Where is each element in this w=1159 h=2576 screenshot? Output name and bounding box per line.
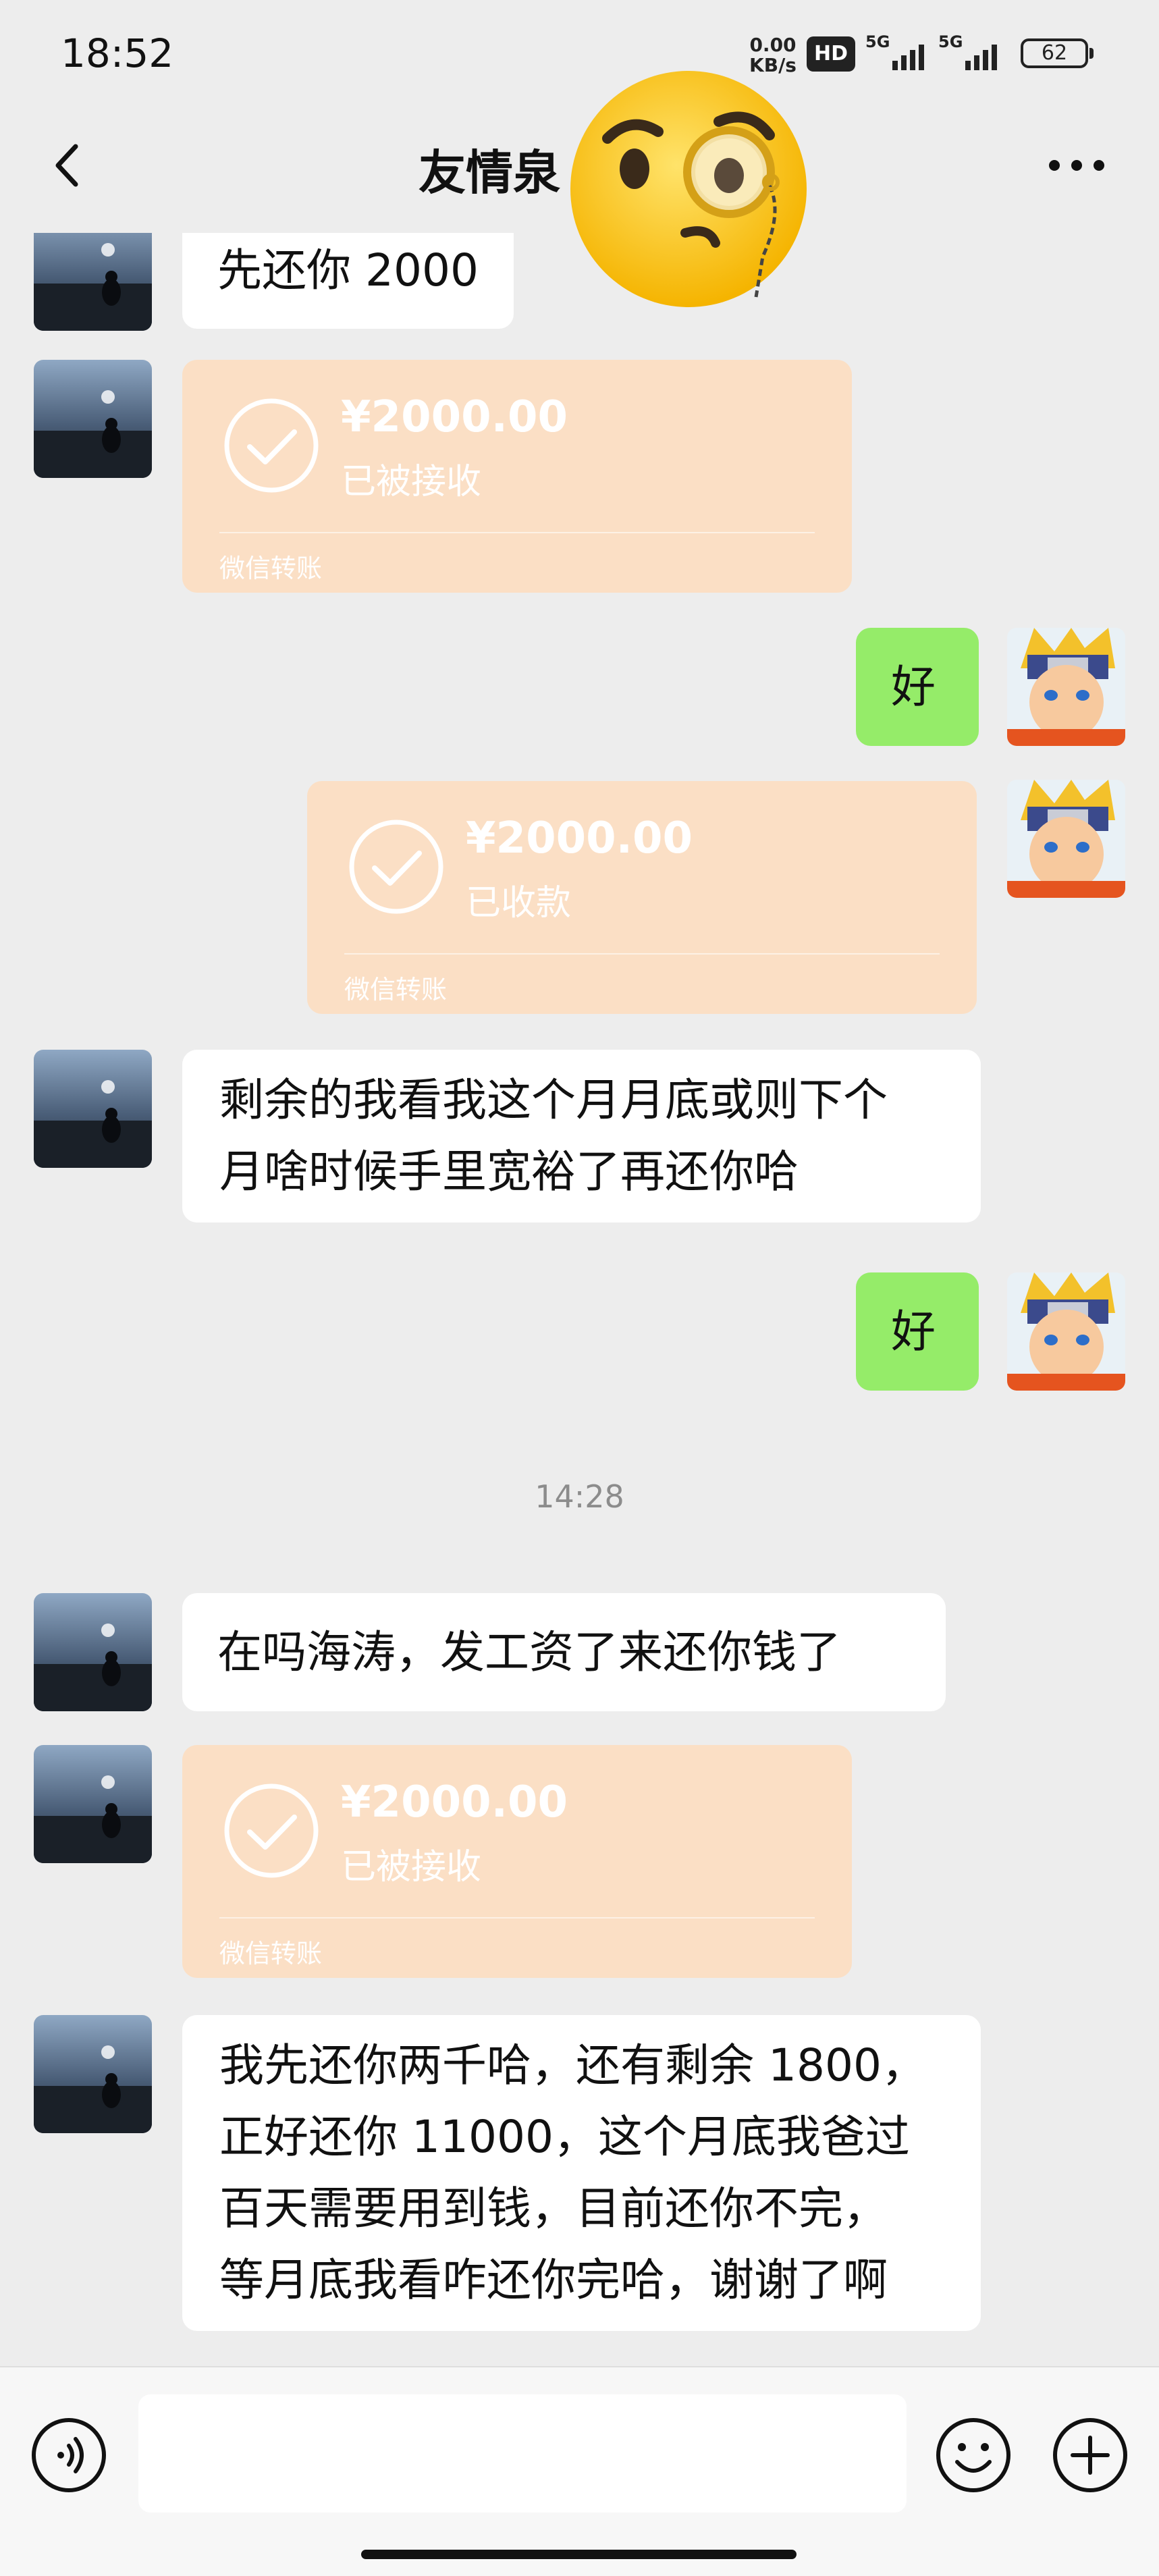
voice-icon <box>32 2418 106 2492</box>
battery-icon: 62 <box>1021 38 1094 68</box>
self-avatar[interactable] <box>1007 780 1125 898</box>
transfer-amount: ¥2000.00 <box>466 813 693 863</box>
divider <box>219 532 815 533</box>
signal-label: 5G <box>865 32 890 51</box>
face-with-monocle-emoji <box>570 71 807 307</box>
contact-avatar[interactable] <box>34 1745 152 1863</box>
message-input[interactable] <box>138 2394 907 2513</box>
input-bar <box>0 2366 1159 2576</box>
transfer-card[interactable]: ¥2000.00 已收款 微信转账 <box>307 781 977 1014</box>
transfer-label: 微信转账 <box>219 1939 323 1968</box>
transfer-amount: ¥2000.00 <box>341 1777 568 1827</box>
chat-title: 友情泉 <box>419 145 560 200</box>
self-avatar[interactable] <box>1007 1272 1125 1391</box>
message-text: 在吗海涛，发工资了来还你钱了 <box>217 1626 841 1678</box>
self-avatar[interactable] <box>1007 628 1125 746</box>
hd-badge: HD <box>807 36 855 72</box>
time-divider: 14:28 <box>535 1478 624 1515</box>
network-speed-value: 0.00 <box>749 34 797 56</box>
message-bubble[interactable]: 好 <box>856 628 979 746</box>
check-circle-icon <box>349 820 443 914</box>
status-time: 18:52 <box>61 30 174 76</box>
contact-avatar[interactable] <box>34 2015 152 2133</box>
transfer-amount: ¥2000.00 <box>341 392 568 442</box>
chevron-left-icon <box>55 144 78 187</box>
signal-icon: 5G <box>865 32 933 73</box>
message-text-line: 我先还你两千哈，还有剩余 1800， <box>219 2039 926 2091</box>
contact-avatar[interactable] <box>34 1593 152 1711</box>
contact-avatar[interactable] <box>34 360 152 478</box>
message-bubble[interactable]: 剩余的我看我这个月月底或则下个 月啥时候手里宽裕了再还你哈 <box>182 1050 981 1223</box>
plus-icon <box>1053 2418 1127 2492</box>
transfer-label: 微信转账 <box>219 554 323 583</box>
message-text-line: 等月底我看咋还你完哈，谢谢了啊 <box>219 2254 888 2306</box>
message-text: 好 <box>891 1306 936 1358</box>
transfer-status: 已被接收 <box>341 462 482 502</box>
check-circle-icon <box>224 1783 319 1878</box>
plus-button[interactable] <box>1050 2415 1131 2496</box>
transfer-status: 已收款 <box>466 883 572 923</box>
voice-button[interactable] <box>28 2415 109 2496</box>
message-bubble[interactable]: 我先还你两千哈，还有剩余 1800， 正好还你 11000，这个月底我爸过 百天… <box>182 2015 981 2331</box>
divider <box>219 1917 815 1918</box>
transfer-card[interactable]: ¥2000.00 已被接收 微信转账 <box>182 1745 852 1978</box>
message-list[interactable]: 先还你 2000 ¥2000.00 已被接收 微信转账 好 ¥2000.00 已… <box>0 233 1159 2366</box>
contact-avatar[interactable] <box>34 1050 152 1168</box>
message-bubble[interactable]: 好 <box>856 1272 979 1391</box>
message-text-line: 月啥时候手里宽裕了再还你哈 <box>219 1146 799 1198</box>
message-bubble[interactable]: 先还你 2000 <box>182 233 514 329</box>
message-text: 先还你 2000 <box>217 244 479 296</box>
home-indicator[interactable] <box>361 2550 797 2559</box>
message-text: 好 <box>891 661 936 713</box>
message-text-line: 百天需要用到钱，目前还你不完， <box>219 2182 888 2234</box>
message-bubble[interactable]: 在吗海涛，发工资了来还你钱了 <box>182 1593 946 1711</box>
back-button[interactable] <box>41 138 95 192</box>
emoji-button[interactable] <box>933 2415 1014 2496</box>
signal-icon: 5G <box>938 32 1006 73</box>
transfer-label: 微信转账 <box>344 975 448 1004</box>
transfer-card[interactable]: ¥2000.00 已被接收 微信转账 <box>182 360 852 593</box>
message-text-line: 剩余的我看我这个月月底或则下个 <box>219 1074 888 1126</box>
contact-avatar[interactable] <box>34 233 152 331</box>
signal-label: 5G <box>938 32 963 51</box>
more-horizontal-icon <box>1049 160 1104 171</box>
emoji-icon <box>936 2418 1010 2492</box>
check-circle-icon <box>224 398 319 493</box>
divider <box>344 953 940 955</box>
transfer-status: 已被接收 <box>341 1847 482 1887</box>
message-text-line: 正好还你 11000，这个月底我爸过 <box>219 2111 910 2163</box>
more-button[interactable] <box>1040 138 1114 192</box>
